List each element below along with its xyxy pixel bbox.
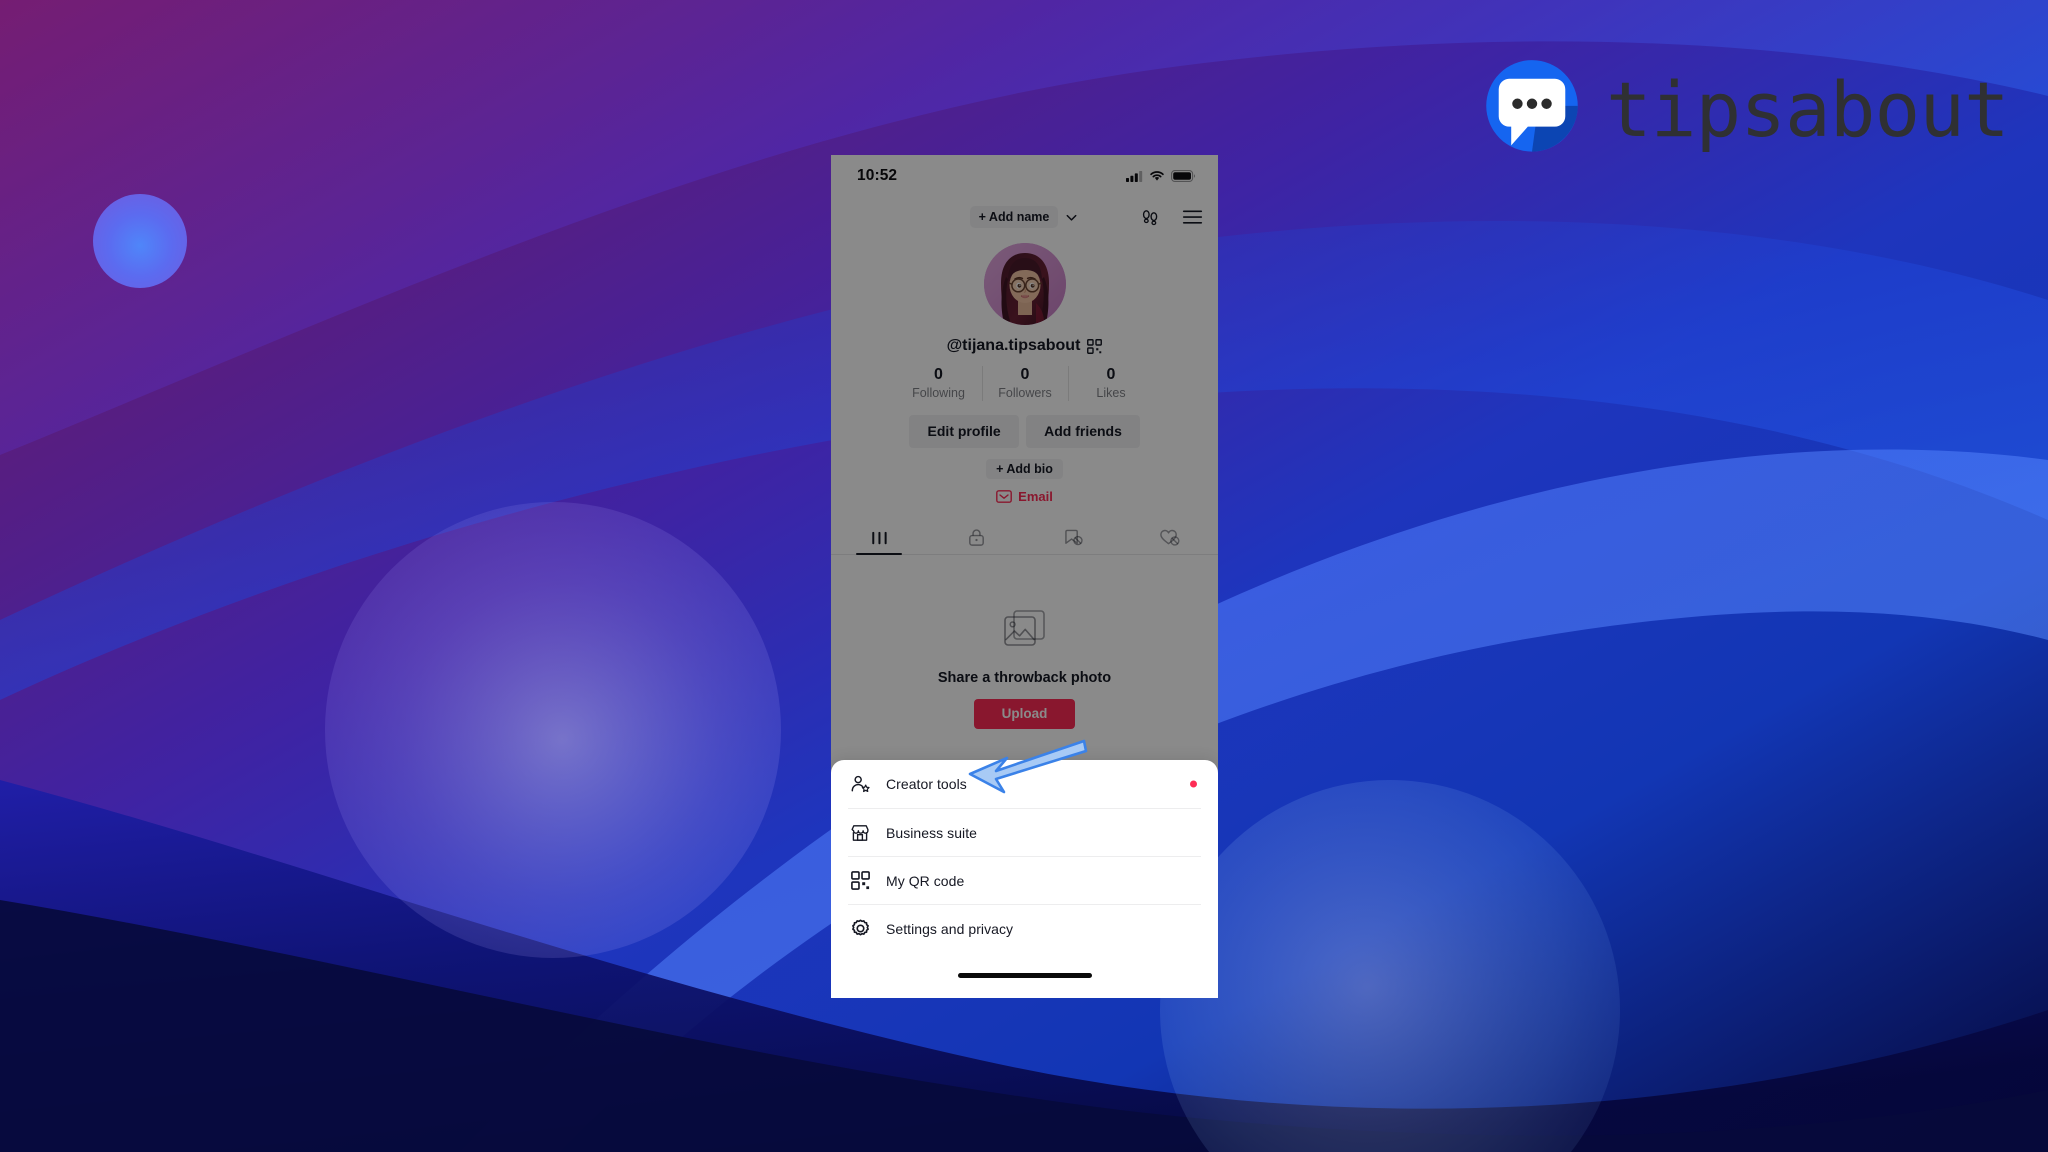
- storefront-icon: [848, 821, 872, 845]
- menu-item-label: Business suite: [886, 824, 977, 841]
- gear-settings-icon: [848, 917, 872, 941]
- menu-item-my-qr-code[interactable]: My QR code: [848, 856, 1201, 904]
- phone-screenshot: 10:52 + Add name @tijana.tipsabout 0 Fol…: [831, 155, 1218, 998]
- tipsabout-logo: tipsabout: [1480, 58, 2010, 162]
- speech-bubble-dots-icon: [1486, 60, 1578, 152]
- qr-code-icon: [848, 869, 872, 893]
- menu-item-creator-tools[interactable]: Creator tools: [848, 760, 1201, 808]
- bottom-sheet-menu: Creator tools Business suite My QR code …: [831, 760, 1218, 998]
- menu-item-label: Creator tools: [886, 776, 967, 792]
- menu-item-business-suite[interactable]: Business suite: [848, 808, 1201, 856]
- menu-item-label: My QR code: [886, 872, 965, 889]
- notification-badge-dot: [1190, 780, 1197, 788]
- home-indicator[interactable]: [957, 972, 1092, 978]
- menu-item-settings-and-privacy[interactable]: Settings and privacy: [848, 904, 1201, 952]
- bottom-sheet-list: Creator tools Business suite My QR code …: [831, 760, 1218, 952]
- person-star-icon: [848, 772, 872, 796]
- menu-item-label: Settings and privacy: [886, 920, 1014, 937]
- logo-wordmark: tipsabout: [1606, 65, 2010, 154]
- home-indicator-area: [831, 952, 1218, 998]
